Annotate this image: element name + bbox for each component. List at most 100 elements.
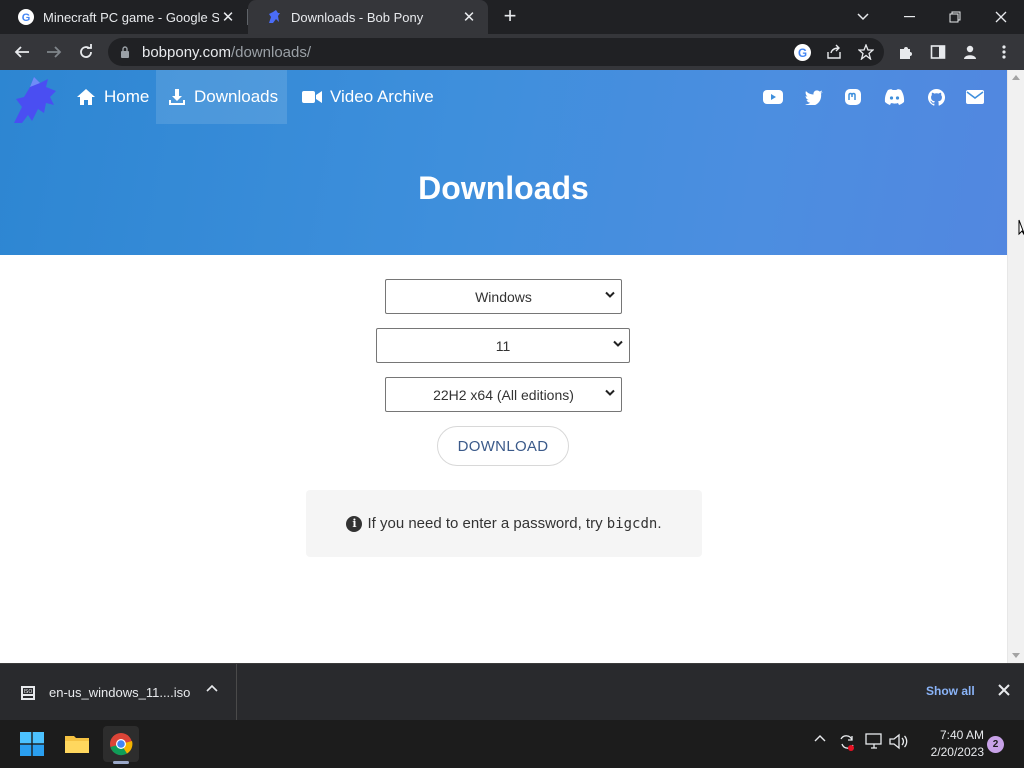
version-select[interactable]: 11: [376, 328, 630, 363]
site-navbar: Home Downloads Video Archive: [0, 70, 1007, 124]
mouse-cursor-icon: [1018, 219, 1024, 236]
chevron-down-icon: [857, 13, 869, 21]
chevron-down-icon: [605, 291, 615, 298]
restore-button[interactable]: [932, 0, 978, 34]
nav-home-label: Home: [104, 87, 150, 106]
discord-icon[interactable]: [883, 87, 905, 107]
notification-badge[interactable]: 2: [987, 736, 1004, 753]
lock-icon: [121, 46, 129, 58]
nav-video-archive-label: Video Archive: [330, 87, 434, 106]
close-icon: [995, 11, 1007, 23]
nav-downloads[interactable]: Downloads: [156, 70, 287, 124]
page-title: Downloads: [418, 170, 589, 206]
taskbar: 7:40 AM 2/20/2023: [0, 720, 1024, 768]
back-button[interactable]: [8, 38, 36, 66]
os-select[interactable]: Windows: [385, 279, 622, 314]
file-explorer-button[interactable]: [59, 726, 95, 762]
folder-icon: [65, 736, 89, 753]
arrow-right-icon: [47, 46, 62, 58]
bobpony-logo[interactable]: [10, 73, 62, 123]
video-camera-icon: [302, 90, 322, 104]
profile-button[interactable]: [956, 38, 984, 66]
bookmark-button[interactable]: [852, 38, 880, 66]
network-icon[interactable]: [865, 733, 883, 750]
side-panel-button[interactable]: [924, 38, 952, 66]
download-icon: [168, 88, 186, 106]
download-shelf: ISO en-us_windows_11....iso Show all: [0, 663, 1024, 721]
github-icon[interactable]: [925, 87, 947, 107]
scroll-up-arrow-icon[interactable]: [1012, 75, 1020, 80]
mail-icon[interactable]: [964, 87, 986, 107]
svg-text:G: G: [22, 12, 31, 24]
password-notice: i If you need to enter a password, try b…: [306, 490, 702, 557]
chrome-taskbar-button[interactable]: [103, 726, 139, 762]
show-all-downloads-link[interactable]: Show all: [926, 684, 975, 698]
os-select-value: Windows: [475, 288, 532, 305]
google-lens-button[interactable]: G: [788, 38, 816, 66]
page-viewport: Home Downloads Video Archive Downloads W…: [0, 70, 1024, 663]
volume-icon[interactable]: [889, 733, 908, 750]
svg-text:G: G: [797, 46, 806, 59]
new-tab-button[interactable]: +: [498, 5, 522, 29]
reload-icon: [80, 44, 92, 58]
version-select-value: 11: [495, 337, 511, 354]
chevron-up-icon[interactable]: [206, 684, 218, 692]
minimize-button[interactable]: [886, 0, 932, 34]
svg-text:ISO: ISO: [24, 689, 33, 695]
address-bar[interactable]: bobpony.com/downloads/: [108, 38, 884, 66]
reload-button[interactable]: [72, 38, 100, 66]
person-icon: [964, 45, 976, 59]
download-filename: en-us_windows_11....iso: [49, 685, 191, 700]
clock-date: 2/20/2023: [930, 745, 984, 759]
menu-button[interactable]: [990, 38, 1018, 66]
build-select-value: 22H2 x64 (All editions): [433, 386, 574, 403]
mastodon-icon[interactable]: [842, 87, 864, 107]
tab-title: Downloads - Bob Pony: [291, 9, 424, 25]
chevron-down-icon: [613, 340, 623, 347]
url-host: bobpony.com: [142, 43, 231, 61]
chrome-icon: [110, 733, 133, 756]
extensions-button[interactable]: [892, 38, 920, 66]
tab-downloads-bob-pony[interactable]: Downloads - Bob Pony ✕: [248, 0, 488, 34]
tab-search-button[interactable]: [840, 0, 886, 34]
close-icon[interactable]: ✕: [460, 8, 478, 26]
share-button[interactable]: [820, 38, 848, 66]
close-window-button[interactable]: [978, 0, 1024, 34]
active-app-indicator: [113, 761, 129, 764]
tab-title: Minecraft PC game - Google Sea: [43, 9, 219, 25]
windows-logo-icon: [20, 732, 44, 756]
system-clock[interactable]: 7:40 AM 2/20/2023: [914, 727, 984, 761]
forward-button[interactable]: [40, 38, 68, 66]
page-scrollbar[interactable]: [1007, 70, 1024, 663]
notice-end: .: [657, 515, 662, 532]
start-button[interactable]: [14, 726, 50, 762]
download-button[interactable]: DOWNLOAD: [437, 426, 569, 466]
url-path: /downloads/: [230, 43, 312, 61]
star-icon: [858, 44, 874, 60]
close-icon[interactable]: ✕: [219, 8, 237, 26]
password-code: bigcdn: [606, 515, 658, 532]
close-icon: [998, 684, 1010, 696]
share-icon: [827, 44, 841, 59]
browser-toolbar: bobpony.com/downloads/ G: [0, 34, 1024, 70]
google-icon: G: [793, 43, 811, 61]
tab-google-search[interactable]: G Minecraft PC game - Google Sea ✕: [0, 0, 247, 34]
sync-icon[interactable]: [838, 733, 856, 751]
nav-home[interactable]: Home: [64, 70, 161, 124]
build-select[interactable]: 22H2 x64 (All editions): [385, 377, 622, 412]
kebab-menu-icon: [1002, 45, 1006, 59]
notice-text: If you need to enter a password, try: [367, 515, 607, 532]
google-icon: G: [18, 9, 34, 25]
restore-icon: [949, 11, 961, 23]
download-item[interactable]: ISO en-us_windows_11....iso: [0, 664, 237, 721]
chevron-up-icon: [814, 735, 826, 742]
close-shelf-button[interactable]: [998, 683, 1010, 701]
scroll-down-arrow-icon[interactable]: [1012, 653, 1020, 658]
nav-video-archive[interactable]: Video Archive: [290, 70, 446, 124]
youtube-icon[interactable]: [762, 87, 784, 107]
show-hidden-icons-button[interactable]: [814, 734, 826, 742]
home-icon: [76, 88, 96, 106]
twitter-icon[interactable]: [803, 87, 825, 107]
info-icon: i: [346, 515, 363, 532]
hero-banner: Home Downloads Video Archive Downloads: [0, 70, 1007, 255]
